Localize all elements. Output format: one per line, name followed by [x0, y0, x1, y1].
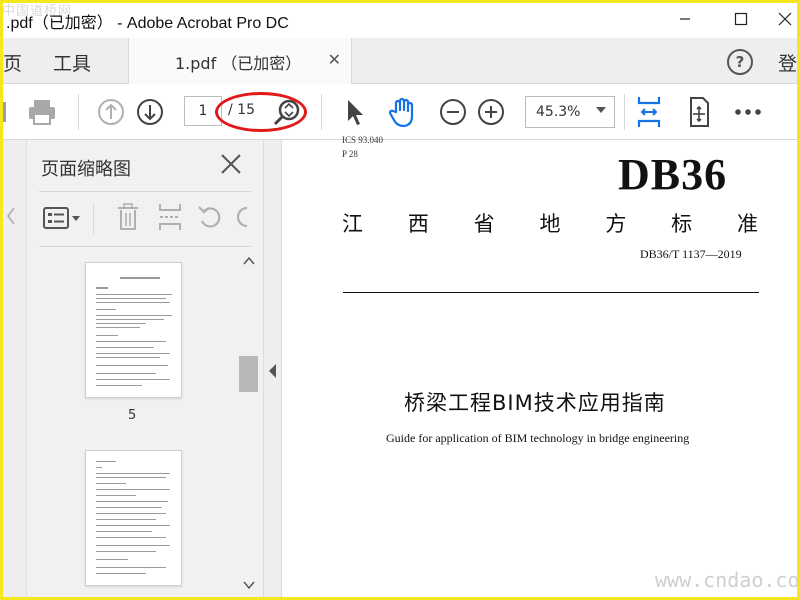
- doc-standard-type: 江 西 省 地 方 标 准: [342, 212, 758, 236]
- rotate-left-icon[interactable]: [195, 202, 225, 232]
- left-rail: [0, 140, 27, 600]
- menu-bar: 页 工具 1.pdf （已加密） ✕ ? 登: [0, 38, 800, 84]
- panel-divider: [39, 191, 251, 192]
- rotate-right-icon[interactable]: [235, 202, 249, 232]
- doc-standard-number: DB36/T 1137—2019: [640, 247, 742, 261]
- close-panel-icon[interactable]: [219, 152, 243, 176]
- hand-tool-icon[interactable]: [386, 94, 422, 130]
- panel-splitter[interactable]: [263, 140, 282, 600]
- scroll-down-icon: [243, 581, 255, 590]
- help-icon[interactable]: ?: [727, 49, 753, 75]
- thumbnail-panel: 页面缩略图 5: [27, 140, 263, 600]
- panel-scrollbar[interactable]: [239, 252, 258, 597]
- page-thumbnail[interactable]: [85, 450, 182, 586]
- find-page-icon[interactable]: [270, 96, 304, 130]
- scrollbar-thumb[interactable]: [239, 356, 258, 392]
- zoom-in-icon[interactable]: [475, 96, 507, 128]
- collapse-panel-icon: [269, 364, 276, 378]
- fit-width-icon[interactable]: [634, 94, 664, 130]
- thumbnail-label: 5: [128, 408, 137, 423]
- delete-page-icon[interactable]: [113, 202, 143, 232]
- watermark-site: www.cndao.com: [655, 568, 800, 592]
- menu-home[interactable]: 页: [3, 49, 22, 76]
- chevron-down-icon: [596, 107, 606, 113]
- close-icon: [778, 12, 792, 26]
- title-bar: 中国道桥网 .pdf（已加密） - Adobe Acrobat Pro DC: [0, 0, 800, 38]
- toolbar: 1 / 15 45.3%: [0, 84, 800, 140]
- more-options-icon[interactable]: [732, 100, 764, 124]
- doc-title-english: Guide for application of BIM technology …: [386, 431, 690, 445]
- select-pointer-icon[interactable]: [340, 96, 370, 128]
- save-icon[interactable]: [0, 100, 10, 124]
- toolbar-separator: [78, 94, 79, 130]
- sign-in-link[interactable]: 登: [778, 49, 797, 76]
- doc-standard-code: DB36: [618, 150, 728, 199]
- doc-divider-line: [343, 292, 759, 293]
- doc-title-chinese: 桥梁工程BIM技术应用指南: [404, 391, 666, 415]
- next-page-icon[interactable]: [134, 96, 166, 128]
- zoom-out-icon[interactable]: [437, 96, 469, 128]
- zoom-value: 45.3%: [536, 104, 581, 120]
- thumbnail-options-icon[interactable]: [42, 204, 82, 232]
- previous-page-icon[interactable]: [95, 96, 127, 128]
- scroll-mode-icon[interactable]: [683, 94, 715, 130]
- zoom-select[interactable]: 45.3%: [525, 96, 615, 128]
- panel-title: 页面缩略图: [41, 159, 131, 180]
- page-total: / 15: [228, 102, 255, 118]
- toolbar-separator: [321, 94, 322, 130]
- document-tab[interactable]: 1.pdf （已加密） ✕: [128, 38, 352, 84]
- minimize-button[interactable]: [662, 6, 708, 32]
- document-view[interactable]: ICS 93.040 P 28 DB36 江 西 省 地 方 标 准 DB36/…: [282, 135, 800, 600]
- window-title: .pdf（已加密） - Adobe Acrobat Pro DC: [6, 15, 289, 32]
- scroll-up-icon: [243, 256, 255, 265]
- menu-tools[interactable]: 工具: [53, 49, 91, 76]
- collapse-arrow-icon: [7, 207, 15, 225]
- close-window-button[interactable]: [762, 6, 800, 32]
- insert-page-icon[interactable]: [155, 202, 185, 232]
- print-icon[interactable]: [24, 96, 60, 128]
- tab-close-icon[interactable]: ✕: [328, 50, 341, 69]
- minimize-icon: [680, 18, 690, 20]
- panel-toolbar-separator: [93, 204, 94, 234]
- maximize-button[interactable]: [718, 6, 764, 32]
- doc-classification: P 28: [342, 149, 358, 159]
- doc-ics-code: ICS 93.040: [342, 135, 384, 145]
- maximize-icon: [734, 12, 748, 26]
- page-thumbnail[interactable]: [85, 262, 182, 398]
- panel-divider: [39, 246, 251, 247]
- toolbar-separator: [624, 94, 625, 130]
- page-number-input[interactable]: 1: [184, 96, 222, 126]
- document-tab-label: 1.pdf （已加密）: [175, 54, 302, 73]
